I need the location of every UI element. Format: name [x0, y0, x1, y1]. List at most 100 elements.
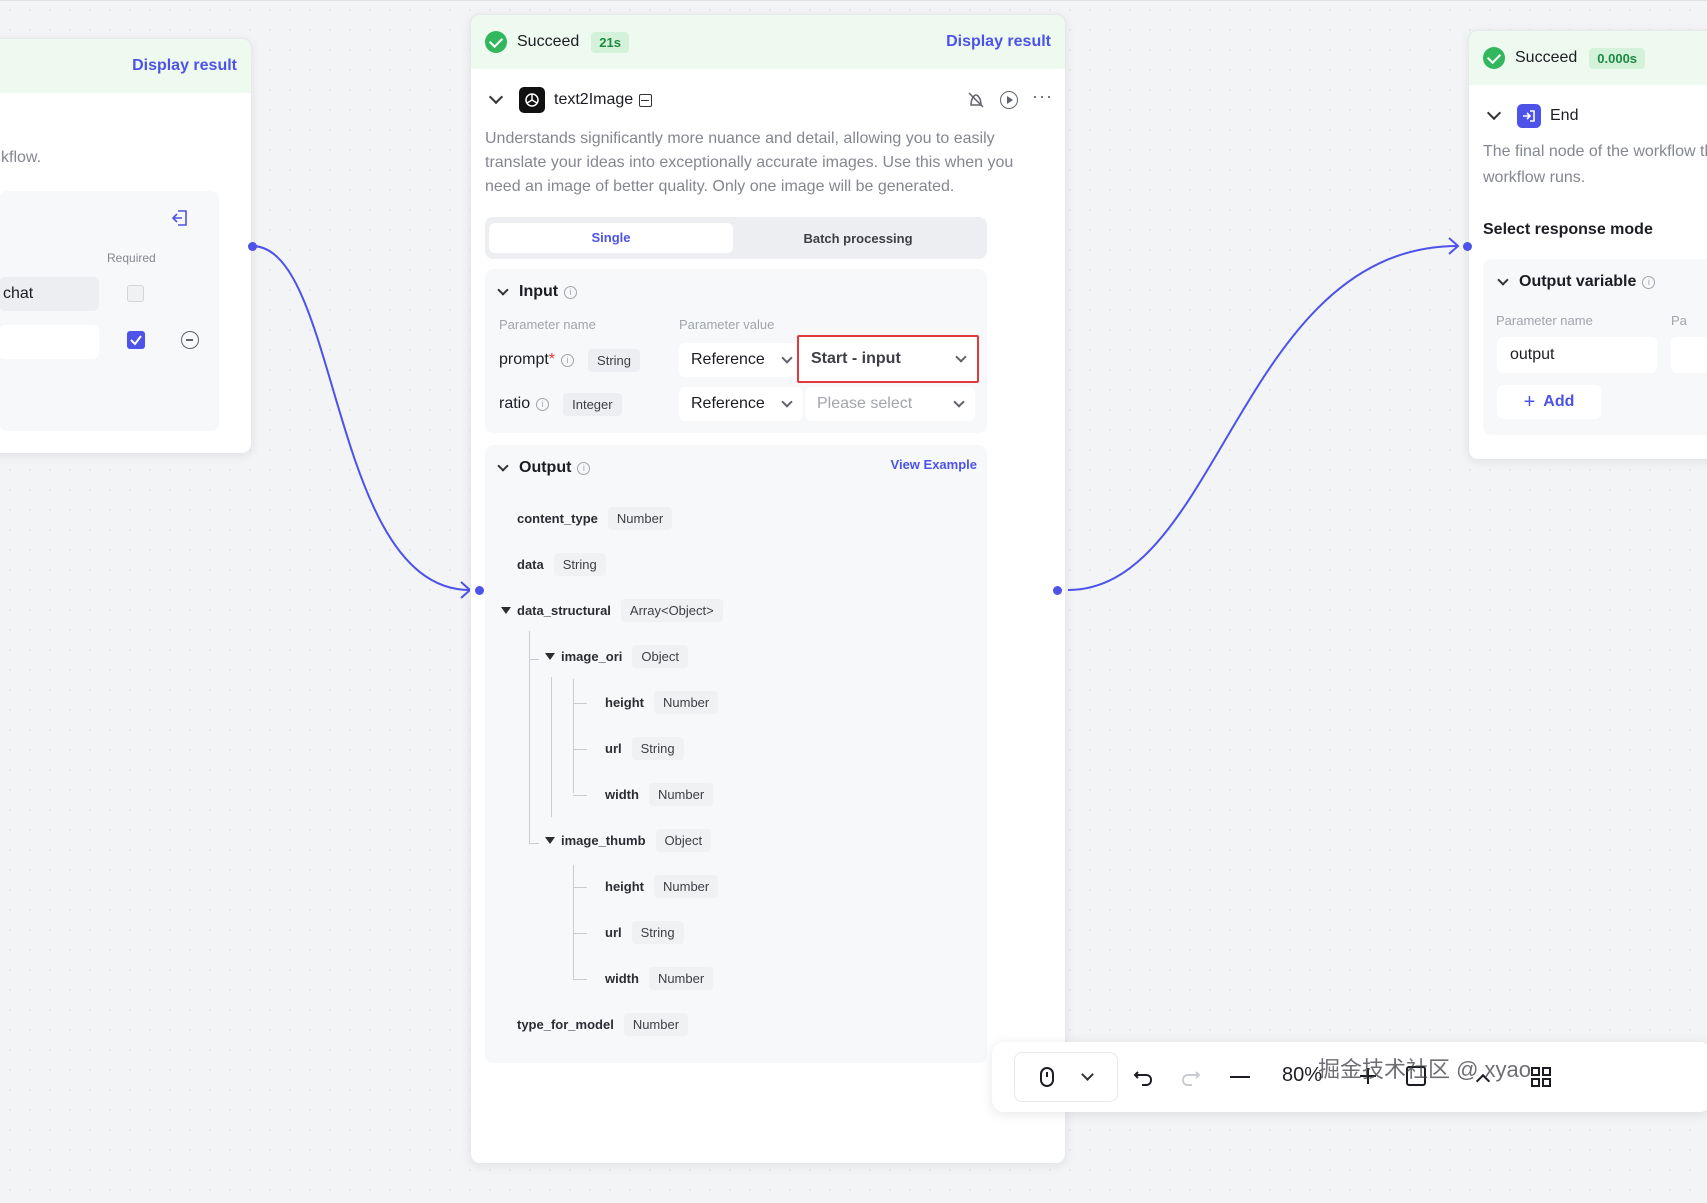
text2image-input-port[interactable]: [475, 586, 484, 595]
bug-off-icon[interactable]: [966, 90, 986, 110]
field-type-pill: Object: [655, 828, 712, 852]
field-type-pill: String: [553, 552, 606, 576]
left-node-header: Display result: [0, 39, 251, 93]
mouse-icon: [1039, 1067, 1054, 1087]
end-node-title: End: [1550, 107, 1579, 124]
text2image-output-port[interactable]: [1053, 586, 1062, 595]
left-row1-input[interactable]: chat: [0, 277, 99, 311]
end-node-icon: [1517, 104, 1541, 128]
output-field-data: data String: [517, 551, 606, 577]
display-result-link[interactable]: Display result: [946, 33, 1051, 51]
field-type-pill: Array<Object>: [620, 598, 723, 622]
output-value-input-partial[interactable]: [1671, 337, 1707, 373]
end-status-header: Succeed 0.000s: [1469, 31, 1707, 85]
output-collapse-chevron-icon[interactable]: [497, 460, 509, 472]
output-name-value: output: [1510, 346, 1555, 363]
node-window-icon[interactable]: [639, 93, 653, 107]
input-section-header[interactable]: Input i: [497, 283, 578, 301]
view-example-link[interactable]: View Example: [891, 457, 977, 472]
chevron-down-icon: [781, 396, 793, 408]
status-text: Succeed: [517, 33, 580, 50]
output-variable-info-icon[interactable]: i: [1642, 275, 1656, 289]
add-output-button[interactable]: + Add: [1497, 385, 1601, 419]
end-col-param-value-partial: Pa: [1671, 313, 1687, 328]
output-field-image-ori[interactable]: image_ori Object: [545, 643, 688, 669]
left-node-output-port[interactable]: [248, 242, 257, 251]
output-section: Output i View Example content_type Numbe…: [485, 445, 987, 1063]
tree-line: [573, 933, 587, 934]
end-node-description: The final node of the workflow the workf…: [1483, 143, 1707, 186]
field-name: data_structural: [517, 602, 611, 618]
input-collapse-chevron-icon[interactable]: [497, 284, 509, 296]
tab-batch-processing[interactable]: Batch processing: [733, 231, 983, 246]
field-type-pill: Number: [648, 966, 714, 990]
ratio-mode-value: Reference: [691, 395, 765, 412]
ratio-mode-select[interactable]: Reference: [679, 387, 803, 421]
left-row1-value: chat: [3, 285, 34, 302]
output-field-data-structural[interactable]: data_structural Array<Object>: [501, 597, 723, 623]
field-name: type_for_model: [517, 1016, 614, 1032]
tree-line: [529, 659, 539, 660]
ratio-reference-select[interactable]: Please select: [805, 387, 975, 421]
tree-line: [529, 675, 530, 843]
output-field-content-type: content_type Number: [517, 505, 673, 531]
end-col-param-name: Parameter name: [1496, 313, 1593, 328]
end-node-card[interactable]: Succeed 0.000s End The final node of the…: [1468, 30, 1707, 460]
expand-triangle-icon[interactable]: [545, 652, 555, 660]
input-col-param-name: Parameter name: [499, 317, 596, 332]
left-display-result-link[interactable]: Display result: [132, 57, 237, 75]
redo-icon[interactable]: [1180, 1066, 1202, 1088]
output-field-type-for-model: type_for_model Number: [517, 1011, 689, 1037]
zoom-out-icon[interactable]: [1230, 1076, 1250, 1078]
output-field-image-ori-height: height Number: [605, 689, 719, 715]
expand-triangle-icon[interactable]: [545, 836, 555, 844]
output-section-header[interactable]: Output i: [497, 459, 591, 477]
left-row2-input[interactable]: [0, 325, 99, 359]
run-node-icon[interactable]: [1000, 91, 1019, 109]
input-heading: Input: [519, 283, 559, 300]
more-options-icon[interactable]: ···: [1032, 86, 1053, 107]
tab-single[interactable]: Single: [489, 223, 733, 253]
field-name: width: [605, 786, 639, 802]
left-node-card[interactable]: Display result kflow. Required chat: [0, 38, 252, 454]
zoom-level[interactable]: 80%: [1282, 1064, 1322, 1087]
chevron-down-icon: [953, 396, 965, 408]
interaction-mode-select[interactable]: [1014, 1052, 1118, 1102]
layout-grid-icon[interactable]: [1530, 1066, 1552, 1088]
chevron-down-icon: [955, 351, 967, 363]
end-node-input-port[interactable]: [1463, 242, 1472, 251]
end-collapse-chevron-icon[interactable]: [1486, 105, 1502, 121]
prompt-info-icon[interactable]: i: [561, 353, 575, 367]
field-type-pill: Number: [648, 782, 714, 806]
left-row2-required-checkbox[interactable]: [127, 331, 145, 349]
openai-logo-icon: [519, 87, 545, 113]
text2image-node-card[interactable]: Succeed 21s Display result text2Image ··…: [470, 14, 1066, 1164]
plus-icon: +: [1523, 390, 1536, 413]
duration-badge: 21s: [591, 31, 629, 53]
node-title-row: text2Image ···: [485, 83, 1053, 117]
left-row2-remove-icon[interactable]: [181, 331, 199, 349]
output-name-input[interactable]: output: [1497, 337, 1657, 373]
tree-line: [573, 979, 587, 980]
input-info-icon[interactable]: i: [564, 285, 578, 299]
output-variable-header[interactable]: Output variable i: [1497, 273, 1656, 291]
ratio-reference-placeholder: Please select: [817, 395, 913, 412]
left-panel-export-icon[interactable]: [171, 209, 189, 227]
tree-line: [573, 703, 587, 704]
prompt-mode-select[interactable]: Reference: [679, 343, 803, 377]
prompt-reference-select[interactable]: Start - input: [797, 335, 979, 383]
field-name: height: [605, 694, 644, 710]
required-asterisk: *: [548, 351, 556, 368]
output-info-icon[interactable]: i: [577, 461, 591, 475]
collapse-chevron-icon[interactable]: [488, 89, 504, 105]
field-name: height: [605, 878, 644, 894]
output-variable-chevron-icon[interactable]: [1497, 274, 1509, 286]
ratio-info-icon[interactable]: i: [536, 397, 550, 411]
expand-triangle-icon[interactable]: [501, 606, 511, 614]
undo-icon[interactable]: [1132, 1066, 1154, 1088]
output-field-image-thumb[interactable]: image_thumb Object: [545, 827, 712, 853]
left-row1-required-checkbox[interactable]: [127, 285, 144, 302]
canvas-toolbar: 80% 掘金技术社区 @ xyao: [992, 1042, 1707, 1112]
end-status-text: Succeed: [1515, 49, 1578, 66]
field-name: image_ori: [561, 648, 623, 664]
